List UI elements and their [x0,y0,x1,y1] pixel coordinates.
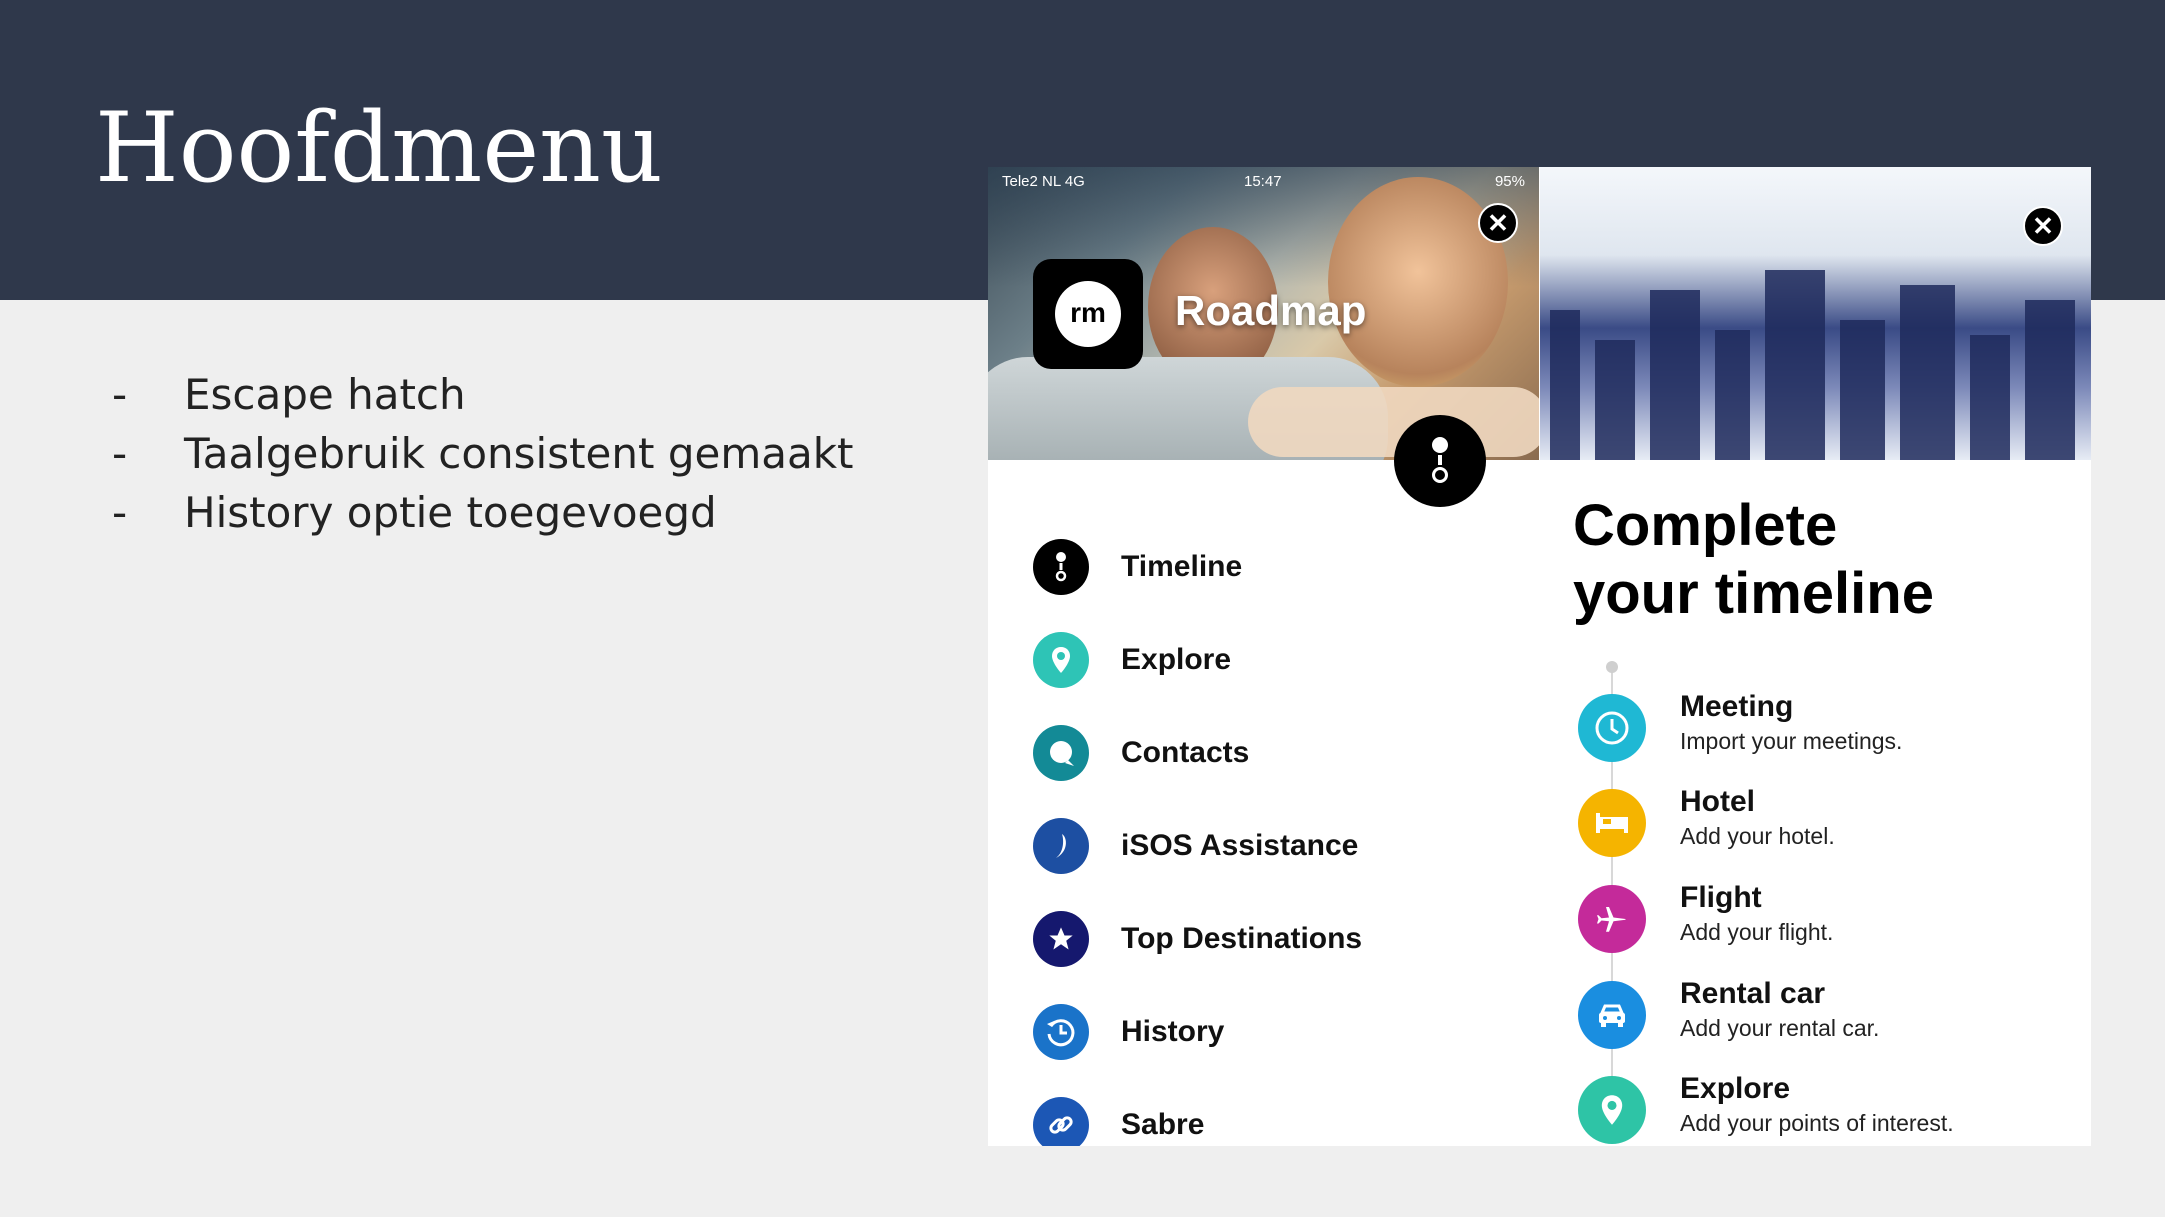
hero-silhouette [1840,320,1885,460]
close-icon[interactable]: ✕ [2023,206,2063,246]
airplane-icon [1578,885,1646,953]
timeline-dot-icon [1432,437,1448,453]
menu-item-isos[interactable]: iSOS Assistance [1033,816,1358,876]
step-title: Hotel [1680,785,1755,818]
timeline-icon [1033,539,1089,595]
step-subtitle: Add your hotel. [1680,823,1835,849]
slide-title: Hoofdmenu [95,92,663,204]
menu-item-label: Contacts [1121,736,1250,769]
status-battery: 95% [1494,173,1525,190]
status-bar: Tele2 NL 4G 15:47 95% [988,167,1539,195]
menu-item-history[interactable]: History [1033,1002,1224,1062]
hero-silhouette [2025,300,2075,460]
clock-icon [1578,694,1646,762]
bullet-item: - Taalgebruik consistent gemaakt [112,424,854,483]
hero-silhouette [1900,285,1955,460]
bullet-text: History optie toegevoegd [184,488,717,537]
hero-silhouette [1970,335,2010,460]
bullet-item: - Escape hatch [112,365,854,424]
step-subtitle: Add your points of interest. [1680,1110,1954,1136]
chat-bubble-icon [1033,725,1089,781]
app-screenshots: Tele2 NL 4G 15:47 95% ✕ rm Roadmap Timel… [988,167,2091,1146]
complete-timeline-title: Complete your timeline [1573,492,1934,628]
menu-item-timeline[interactable]: Timeline [1033,537,1242,597]
hero-image-business-meeting: ✕ [1540,167,2091,460]
history-icon [1033,1004,1089,1060]
menu-item-contacts[interactable]: Contacts [1033,723,1249,783]
menu-item-label: iSOS Assistance [1121,829,1359,862]
menu-item-label: Sabre [1121,1108,1205,1141]
status-carrier: Tele2 NL 4G [1002,173,1085,190]
menu-item-label: Timeline [1121,550,1243,583]
app-logo-text: rm [1055,281,1121,347]
hero-arm [1248,387,1539,457]
hero-silhouette [1595,340,1635,460]
menu-item-label: History [1121,1015,1225,1048]
hero-silhouette [1650,290,1700,460]
step-subtitle: Add your flight. [1680,919,1834,945]
bed-icon [1578,789,1646,857]
menu-item-explore[interactable]: Explore [1033,630,1231,690]
map-pin-icon [1033,632,1089,688]
timeline-start-dot [1606,661,1618,673]
step-title: Meeting [1680,690,1794,723]
bullet-list: - Escape hatch - Taalgebruik consistent ge… [112,365,854,542]
hero-silhouette [1550,310,1580,460]
timeline-ring-icon [1432,467,1448,483]
car-icon [1578,981,1646,1049]
map-pin-icon [1578,1076,1646,1144]
menu-item-label: Top Destinations [1121,922,1363,955]
complete-timeline-screen: ✕ Complete your timeline Meeting Import … [1540,167,2091,1146]
bullet-dash: - [112,370,128,419]
menu-item-label: Explore [1121,643,1232,676]
hero-image-couple-car: Tele2 NL 4G 15:47 95% ✕ rm Roadmap [988,167,1539,460]
title-line-1: Complete [1573,493,1838,558]
bullet-item: - History optie toegevoegd [112,483,854,542]
isos-icon [1033,818,1089,874]
timeline-button[interactable] [1394,415,1486,507]
menu-item-top-destinations[interactable]: Top Destinations [1033,909,1362,969]
link-icon [1033,1097,1089,1146]
step-title: Flight [1680,881,1762,914]
timeline-line-icon [1438,455,1442,465]
menu-item-sabre[interactable]: Sabre [1033,1095,1204,1146]
bullet-dash: - [112,488,128,537]
app-logo: rm [1033,259,1143,369]
hero-person-woman [1328,177,1508,387]
step-subtitle: Add your rental car. [1680,1015,1880,1041]
step-subtitle: Import your meetings. [1680,728,1903,754]
close-icon[interactable]: ✕ [1478,203,1518,243]
hero-silhouette [1765,270,1825,460]
hero-silhouette [1715,330,1750,460]
app-name: Roadmap [1175,287,1367,334]
step-title: Explore [1680,1072,1791,1105]
title-line-2: your timeline [1573,561,1934,626]
step-title: Rental car [1680,977,1826,1010]
bullet-text: Escape hatch [184,370,466,419]
star-icon [1033,911,1089,967]
bullet-text: Taalgebruik consistent gemaakt [184,429,854,478]
bullet-dash: - [112,429,128,478]
status-time: 15:47 [1244,173,1282,190]
main-menu-screen: Tele2 NL 4G 15:47 95% ✕ rm Roadmap Timel… [988,167,1539,1146]
